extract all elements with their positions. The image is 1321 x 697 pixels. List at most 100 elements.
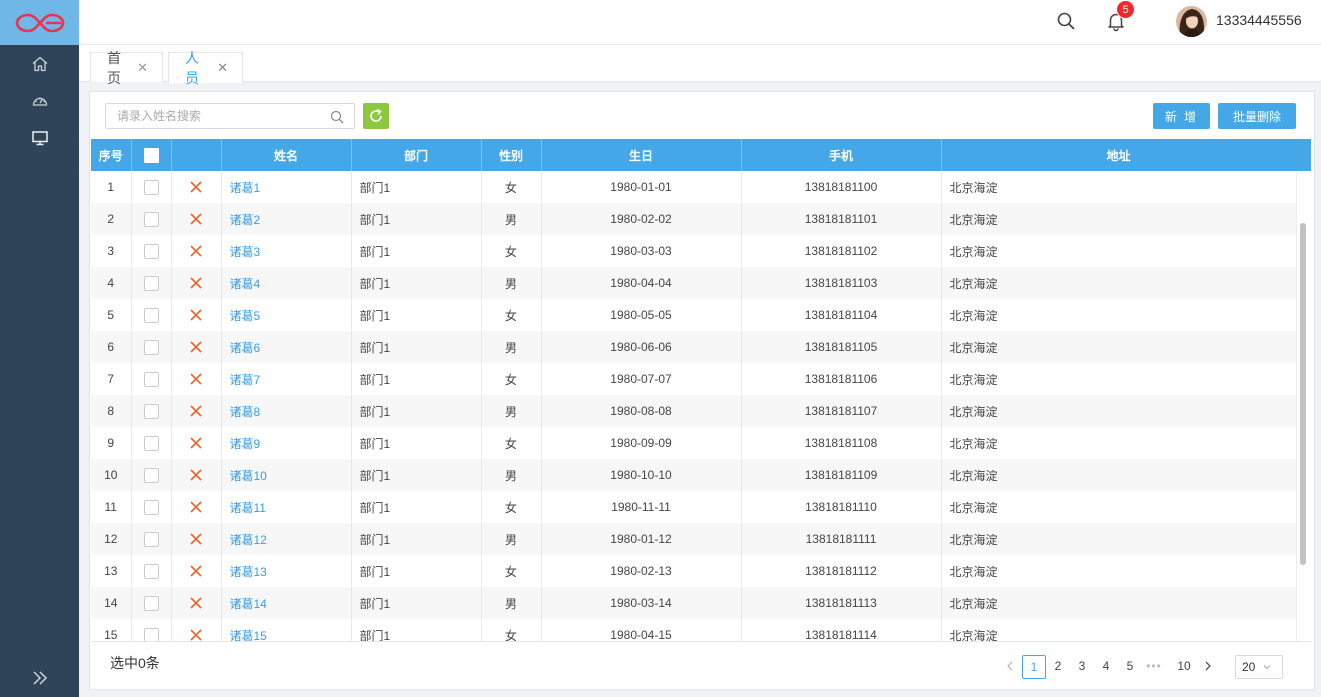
sidebar (0, 0, 79, 697)
scrollbar-thumb[interactable] (1300, 223, 1306, 565)
tab-personnel[interactable]: 人员 ✕ (168, 50, 243, 86)
table-row[interactable]: 13 诸葛13 部门1 女 1980-02-13 13818181112 北京海淀 (91, 555, 1297, 587)
sidebar-item-monitor[interactable] (0, 119, 79, 156)
close-icon[interactable] (189, 596, 203, 610)
row-checkbox[interactable] (143, 531, 159, 547)
row-name-link[interactable]: 诸葛2 (230, 213, 261, 227)
row-checkbox[interactable] (143, 595, 159, 611)
row-checkbox[interactable] (143, 563, 159, 579)
table-row[interactable]: 8 诸葛8 部门1 男 1980-08-08 13818181107 北京海淀 (91, 395, 1297, 427)
close-icon[interactable] (189, 212, 203, 226)
close-icon[interactable] (189, 308, 203, 322)
row-name-link[interactable]: 诸葛7 (230, 373, 261, 387)
row-action-cell (171, 203, 222, 235)
row-checkbox[interactable] (143, 371, 159, 387)
close-icon[interactable] (189, 276, 203, 290)
sidebar-collapse-button[interactable] (0, 663, 79, 693)
refresh-button[interactable] (363, 103, 389, 129)
close-icon[interactable] (189, 500, 203, 514)
column-header-address[interactable]: 地址 (941, 139, 1297, 171)
row-checkbox[interactable] (143, 403, 159, 419)
row-name-link[interactable]: 诸葛14 (230, 597, 267, 611)
sidebar-item-dashboard[interactable] (0, 82, 79, 119)
close-icon[interactable] (189, 180, 203, 194)
table-row[interactable]: 5 诸葛5 部门1 女 1980-05-05 13818181104 北京海淀 (91, 299, 1297, 331)
row-name-link[interactable]: 诸葛1 (230, 181, 261, 195)
table-row[interactable]: 10 诸葛10 部门1 男 1980-10-10 13818181109 北京海淀 (91, 459, 1297, 491)
table-row[interactable]: 3 诸葛3 部门1 女 1980-03-03 13818181102 北京海淀 (91, 235, 1297, 267)
table-row[interactable]: 1 诸葛1 部门1 女 1980-01-01 13818181100 北京海淀 (91, 171, 1297, 203)
table-row[interactable]: 7 诸葛7 部门1 女 1980-07-07 13818181106 北京海淀 (91, 363, 1297, 395)
column-header-dept[interactable]: 部门 (351, 139, 482, 171)
row-name-link[interactable]: 诸葛6 (230, 341, 261, 355)
column-header-name[interactable]: 姓名 (221, 139, 352, 171)
close-icon[interactable]: ✕ (137, 60, 148, 76)
table-row[interactable]: 11 诸葛11 部门1 女 1980-11-11 13818181110 北京海淀 (91, 491, 1297, 523)
close-icon[interactable] (189, 436, 203, 450)
add-button[interactable]: 新 增 (1153, 103, 1210, 129)
username[interactable]: 13334445556 (1216, 12, 1302, 28)
prev-page-button[interactable] (998, 655, 1022, 679)
close-icon[interactable] (189, 244, 203, 258)
row-checkbox[interactable] (143, 627, 159, 641)
row-checkbox[interactable] (143, 243, 159, 259)
tab-home[interactable]: 首页 ✕ (90, 50, 163, 86)
page-last[interactable]: 10 (1172, 655, 1196, 679)
row-name-link[interactable]: 诸葛4 (230, 277, 261, 291)
table-row[interactable]: 15 诸葛15 部门1 女 1980-04-15 13818181114 北京海淀 (91, 619, 1297, 642)
page-5[interactable]: 5 (1118, 655, 1142, 679)
table-row[interactable]: 2 诸葛2 部门1 男 1980-02-02 13818181101 北京海淀 (91, 203, 1297, 235)
sidebar-item-home[interactable] (0, 45, 79, 82)
row-name-link[interactable]: 诸葛5 (230, 309, 261, 323)
close-icon[interactable] (189, 404, 203, 418)
close-icon[interactable] (189, 340, 203, 354)
table-row[interactable]: 6 诸葛6 部门1 男 1980-06-06 13818181105 北京海淀 (91, 331, 1297, 363)
row-checkbox[interactable] (143, 339, 159, 355)
row-checkbox[interactable] (143, 435, 159, 451)
close-icon[interactable] (189, 564, 203, 578)
close-icon[interactable] (189, 468, 203, 482)
close-icon[interactable] (189, 628, 203, 642)
column-header-birthday[interactable]: 生日 (541, 139, 742, 171)
table-row[interactable]: 4 诸葛4 部门1 男 1980-04-04 13818181103 北京海淀 (91, 267, 1297, 299)
select-all-checkbox[interactable] (143, 147, 159, 163)
row-name-link[interactable]: 诸葛10 (230, 469, 267, 483)
page-size-select[interactable]: 20 (1235, 655, 1283, 679)
search-input[interactable] (106, 104, 321, 128)
close-icon[interactable]: ✕ (217, 60, 228, 76)
avatar[interactable] (1176, 6, 1207, 37)
column-header-gender[interactable]: 性别 (481, 139, 542, 171)
row-name-link[interactable]: 诸葛3 (230, 245, 261, 259)
row-checkbox[interactable] (143, 179, 159, 195)
row-name-link[interactable]: 诸葛9 (230, 437, 261, 451)
close-icon[interactable] (189, 372, 203, 386)
page-1[interactable]: 1 (1022, 655, 1046, 679)
page-ellipsis[interactable]: ••• (1142, 655, 1166, 679)
batch-delete-button[interactable]: 批量删除 (1218, 103, 1296, 129)
search-icon[interactable] (330, 110, 344, 124)
table-row[interactable]: 14 诸葛14 部门1 男 1980-03-14 13818181113 北京海淀 (91, 587, 1297, 619)
logo[interactable] (0, 0, 79, 45)
row-checkbox[interactable] (143, 467, 159, 483)
close-icon[interactable] (189, 532, 203, 546)
page-4[interactable]: 4 (1094, 655, 1118, 679)
row-name-link[interactable]: 诸葛11 (230, 501, 266, 515)
row-name-link[interactable]: 诸葛12 (230, 533, 267, 547)
column-header-phone[interactable]: 手机 (741, 139, 942, 171)
row-name-link[interactable]: 诸葛13 (230, 565, 267, 579)
next-page-button[interactable] (1196, 655, 1220, 679)
row-checkbox[interactable] (143, 211, 159, 227)
row-birthday: 1980-03-03 (541, 235, 742, 267)
table-row[interactable]: 9 诸葛9 部门1 女 1980-09-09 13818181108 北京海淀 (91, 427, 1297, 459)
table-row[interactable]: 12 诸葛12 部门1 男 1980-01-12 13818181111 北京海淀 (91, 523, 1297, 555)
column-header-no[interactable]: 序号 (91, 139, 132, 171)
page-2[interactable]: 2 (1046, 655, 1070, 679)
row-checkbox[interactable] (143, 275, 159, 291)
row-name-link[interactable]: 诸葛15 (230, 629, 267, 642)
row-checkbox[interactable] (143, 499, 159, 515)
header-search-button[interactable] (1054, 9, 1078, 33)
page-3[interactable]: 3 (1070, 655, 1094, 679)
column-header-select (131, 139, 172, 171)
row-name-link[interactable]: 诸葛8 (230, 405, 261, 419)
row-checkbox[interactable] (143, 307, 159, 323)
